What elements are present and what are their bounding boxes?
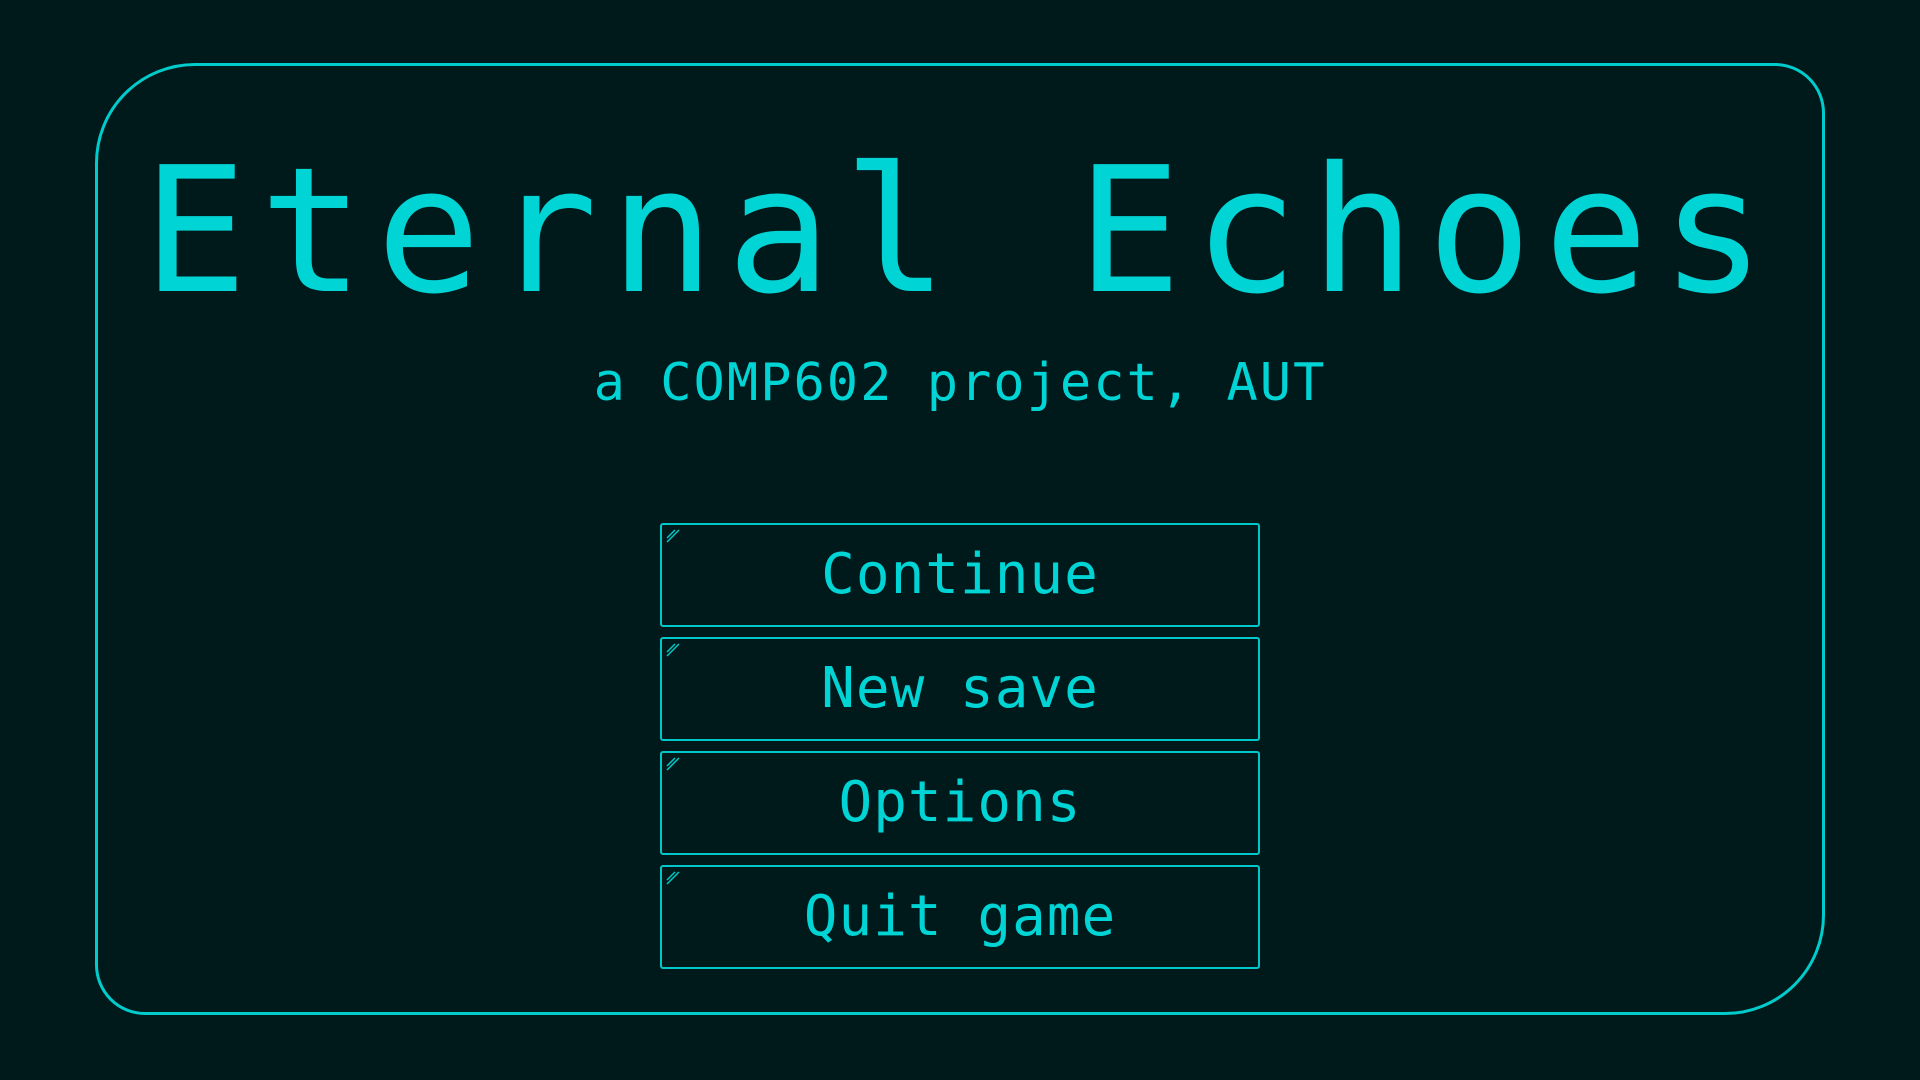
corner-hatch-icon xyxy=(666,529,680,543)
continue-button[interactable]: Continue xyxy=(660,523,1260,627)
corner-hatch-icon xyxy=(666,757,680,771)
quit-game-button-label: Quit game xyxy=(803,884,1117,949)
quit-game-button[interactable]: Quit game xyxy=(660,865,1260,969)
main-menu: Continue New save Options Quit game xyxy=(660,523,1260,979)
corner-hatch-icon xyxy=(666,643,680,657)
corner-hatch-icon xyxy=(666,871,680,885)
game-title: Eternal Echoes xyxy=(142,130,1778,333)
new-save-button[interactable]: New save xyxy=(660,637,1260,741)
continue-button-label: Continue xyxy=(821,542,1099,607)
game-subtitle: a COMP602 project, AUT xyxy=(593,353,1327,413)
options-button-label: Options xyxy=(838,770,1082,835)
new-save-button-label: New save xyxy=(821,656,1099,721)
options-button[interactable]: Options xyxy=(660,751,1260,855)
